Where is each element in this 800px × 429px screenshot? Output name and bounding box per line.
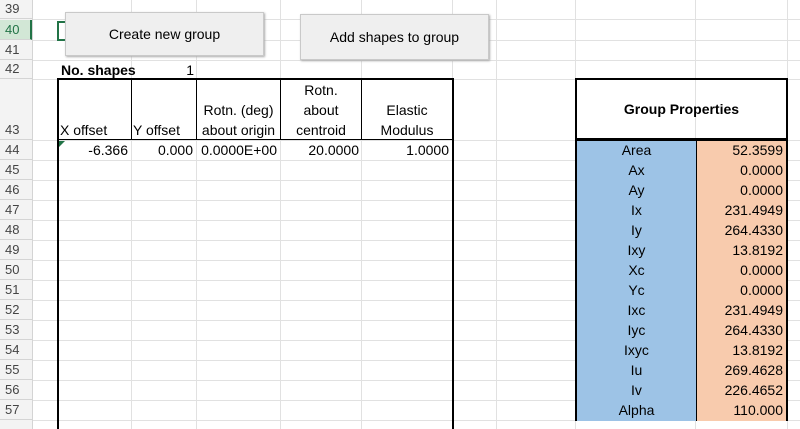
header-x-offset: X offset (60, 122, 108, 138)
header-rotn-origin-line1: Rotn. (deg) (203, 102, 274, 118)
group-properties-title: Group Properties (623, 101, 740, 117)
property-value[interactable]: 231.4949 (697, 201, 783, 219)
property-value[interactable]: 0.0000 (697, 161, 783, 179)
property-value[interactable]: 13.8192 (697, 241, 783, 259)
row-number[interactable]: 52 (0, 301, 32, 320)
row-number[interactable]: 55 (0, 361, 32, 380)
property-value[interactable]: 0.0000 (697, 181, 783, 199)
cell-rotn-origin[interactable]: 0.0000E+00 (197, 141, 277, 159)
row-number[interactable]: 39 (0, 0, 32, 19)
row-number[interactable]: 45 (0, 161, 32, 180)
row-number[interactable]: 51 (0, 281, 32, 300)
header-rotn-centroid-line1: Rotn. (304, 82, 338, 98)
row-number[interactable]: 56 (0, 381, 32, 400)
property-value[interactable]: 264.4330 (697, 221, 783, 239)
cell-y-offset[interactable]: 0.000 (132, 141, 193, 159)
row-number[interactable]: 54 (0, 341, 32, 360)
group-properties-header: Group Properties (575, 78, 788, 140)
cell-elastic-modulus[interactable]: 1.0000 (362, 141, 449, 159)
property-value[interactable]: 13.8192 (697, 341, 783, 359)
no-shapes-value[interactable]: 1 (150, 61, 194, 79)
property-name: Ix (631, 202, 642, 218)
no-shapes-label: No. shapes (61, 62, 136, 78)
property-value[interactable]: 52.3599 (697, 141, 783, 159)
header-elastic-line1: Elastic (386, 102, 428, 118)
row-number[interactable]: 47 (0, 201, 32, 220)
row-number[interactable]: 57 (0, 401, 32, 420)
row-number[interactable]: 46 (0, 181, 32, 200)
property-value[interactable]: 264.4330 (697, 321, 783, 339)
property-value[interactable]: 110.000 (697, 401, 783, 419)
row-number[interactable]: 48 (0, 221, 32, 240)
row-number[interactable]: 42 (0, 61, 32, 79)
property-value[interactable]: 0.0000 (697, 261, 783, 279)
header-rotn-centroid-line3: centroid (296, 122, 346, 138)
add-shapes-to-group-button[interactable]: Add shapes to group (300, 14, 489, 60)
cell-rotn-centroid[interactable]: 20.0000 (281, 141, 359, 159)
property-name: Iyc (627, 322, 646, 338)
row-number[interactable]: 49 (0, 241, 32, 260)
property-name: Ay (628, 182, 645, 198)
header-elastic-line2: Modulus (380, 122, 434, 138)
property-name: Iv (631, 382, 642, 398)
group-properties-table: Area 52.3599 Ax 0.0000 Ay 0.0000 Ix 231.4949 Iy 2… (575, 139, 788, 421)
property-name: Iu (630, 362, 643, 378)
property-value[interactable]: 0.0000 (697, 281, 783, 299)
header-rotn-origin-line2: about origin (201, 122, 276, 138)
row-number[interactable]: 53 (0, 321, 32, 340)
row-number[interactable]: 43 (0, 80, 32, 140)
property-value[interactable]: 231.4949 (697, 301, 783, 319)
cell-x-offset[interactable]: -6.366 (59, 141, 128, 159)
property-value[interactable]: 226.4652 (697, 381, 783, 399)
property-name: Area (621, 142, 652, 158)
row-number-selected[interactable]: 40 (0, 20, 32, 40)
property-name: Ax (628, 162, 645, 178)
create-new-group-button[interactable]: Create new group (65, 12, 264, 56)
header-rotn-centroid-line2: about (303, 102, 339, 118)
property-name: Yc (628, 282, 645, 298)
active-cell-marker[interactable] (57, 21, 65, 41)
property-name: Ixy (627, 242, 646, 258)
row-number[interactable]: 41 (0, 41, 32, 60)
row-number[interactable]: 50 (0, 261, 32, 280)
property-value[interactable]: 269.4628 (697, 361, 783, 379)
property-name: Xc (628, 262, 645, 278)
property-name: Ixyc (624, 342, 649, 358)
row-number[interactable]: 44 (0, 141, 32, 160)
property-name: Ixc (627, 302, 646, 318)
header-y-offset: Y offset (133, 122, 180, 138)
property-name: Iy (631, 222, 642, 238)
property-name: Alpha (618, 402, 655, 418)
